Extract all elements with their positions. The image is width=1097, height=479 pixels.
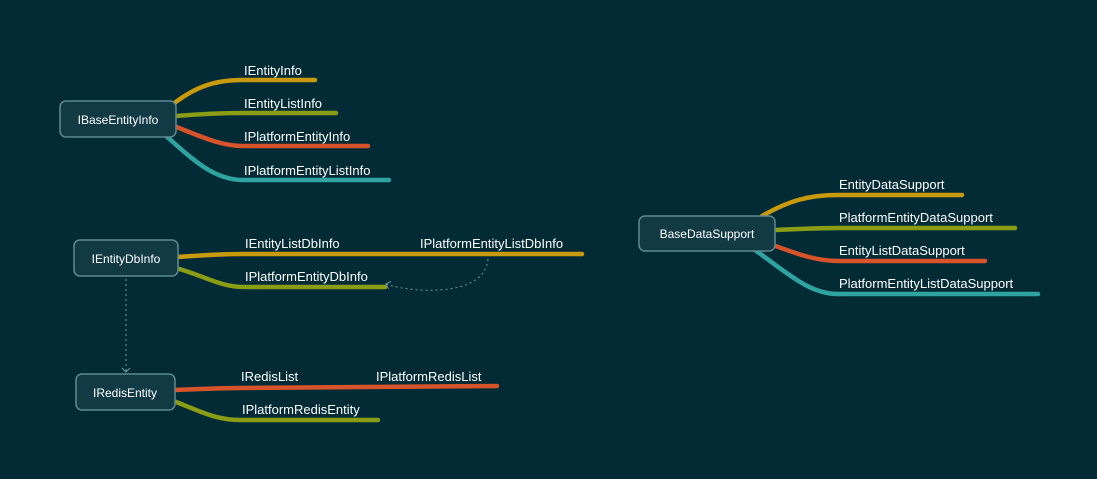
subtopic-iplatformentitydbinfo[interactable]: IPlatformEntityDbInfo [245,269,368,284]
branch-platformentitydatasupport [772,225,1018,233]
branch-iredislist [172,383,500,393]
topic-label: BaseDataSupport [660,227,755,241]
topic-label: IEntityDbInfo [92,252,161,266]
topic-iredisentity[interactable]: IRedisEntity [75,373,176,411]
branch-ientitylistdbinfo [175,251,585,260]
subtopic-iplatformentitylistinfo[interactable]: IPlatformEntityListInfo [244,163,370,178]
relationship-arrow-listdb-to-platformdb [385,258,489,291]
subtopic-iplatformredisentity[interactable]: IPlatformRedisEntity [242,402,360,417]
mind-map-canvas: IBaseEntityInfo IEntityInfo IEntityListI… [59,63,1041,423]
subtopic-iredislist[interactable]: IRedisList [241,369,298,384]
branch-ientitylistinfo [173,110,339,119]
topic-label: IBaseEntityInfo [78,113,159,127]
subtopic-ientitylistinfo[interactable]: IEntityListInfo [244,96,322,111]
subtopic-platformentitylistdatasupport[interactable]: PlatformEntityListDataSupport [839,276,1014,291]
topic-basedatasupport[interactable]: BaseDataSupport [638,215,776,252]
subtopic-iplatformentitylistdbinfo[interactable]: IPlatformEntityListDbInfo [420,236,563,251]
subtopic-ientityinfo[interactable]: IEntityInfo [244,63,302,78]
subtopic-ientitylistdbinfo[interactable]: IEntityListDbInfo [245,236,340,251]
subtopic-entitylistdatasupport[interactable]: EntityListDataSupport [839,243,965,258]
subtopic-iplatformredislist[interactable]: IPlatformRedisList [376,369,482,384]
topic-ibaseentityinfo[interactable]: IBaseEntityInfo [59,100,177,138]
subtopic-iplatformentityinfo[interactable]: IPlatformEntityInfo [244,129,350,144]
topic-ientitydbinfo[interactable]: IEntityDbInfo [73,239,179,277]
topic-group-base-data-support: BaseDataSupport EntityDataSupport Platfo… [638,177,1041,297]
topic-group-base-entity-info: IBaseEntityInfo IEntityInfo IEntityListI… [59,63,392,183]
subtopic-platformentitydatasupport[interactable]: PlatformEntityDataSupport [839,210,993,225]
topic-label: IRedisEntity [93,386,157,400]
topic-group-redis-entity: IRedisEntity IRedisList IPlatformRedisLi… [75,369,500,423]
topic-group-entity-db-info: IEntityDbInfo IEntityListDbInfo IPlatfor… [73,236,585,291]
subtopic-entitydatasupport[interactable]: EntityDataSupport [839,177,945,192]
